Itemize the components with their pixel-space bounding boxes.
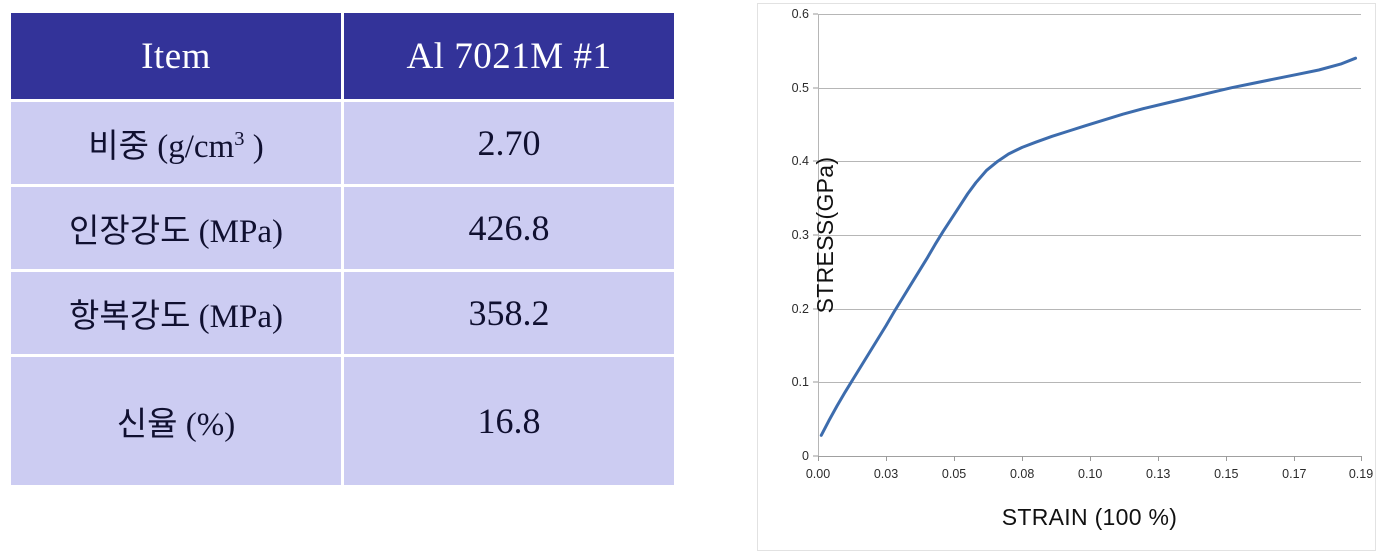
row-label-density: 비중 (g/cm3 )	[11, 102, 341, 184]
y-tick-label: 0.5	[791, 80, 809, 95]
x-tick-label: 0.08	[1009, 467, 1035, 481]
x-tick-label: 0.19	[1348, 467, 1374, 481]
table-row: 비중 (g/cm3 ) 2.70	[11, 102, 674, 184]
stress-strain-curve	[819, 56, 1358, 437]
x-tick-mark	[954, 456, 956, 461]
row-label-density-tail: )	[244, 129, 264, 165]
row-value-yield-strength: 358.2	[344, 272, 674, 354]
x-tick-label: 0.13	[1146, 467, 1171, 481]
table-header-row: Item Al 7021M #1	[11, 13, 674, 99]
x-tick-label: 0.17	[1282, 467, 1307, 481]
y-tick-label: 0.4	[791, 154, 809, 169]
row-value-elongation: 16.8	[344, 357, 674, 485]
column-header-item: Item	[11, 13, 341, 99]
row-label-yield-strength: 항복강도 (MPa)	[11, 272, 341, 354]
y-axis-label: STRESS(GPa)	[811, 156, 838, 314]
x-axis-label: STRAIN (100 %)	[1001, 504, 1178, 530]
x-tick-label: 0.10	[1078, 467, 1103, 481]
y-tick-label: 0	[802, 449, 809, 463]
row-label-elongation: 신율 (%)	[11, 357, 341, 485]
x-tick-label: 0.05	[941, 467, 967, 481]
x-tick-mark	[1294, 456, 1296, 461]
x-tick-mark	[1158, 456, 1160, 461]
material-properties-table: Item Al 7021M #1 비중 (g/cm3 ) 2.70 인장강도 (…	[8, 10, 677, 488]
x-tick-mark	[1022, 456, 1024, 461]
table-row: 인장강도 (MPa) 426.8	[11, 187, 674, 269]
x-tick-label: 0.00	[805, 467, 831, 481]
x-tick-label: 0.15	[1214, 467, 1239, 481]
table-row: 항복강도 (MPa) 358.2	[11, 272, 674, 354]
x-tick-mark	[818, 456, 819, 461]
column-header-sample: Al 7021M #1	[344, 13, 674, 99]
y-tick-label: 0.3	[791, 228, 809, 242]
row-label-tensile-strength: 인장강도 (MPa)	[11, 187, 341, 269]
x-tick-mark	[1226, 456, 1228, 461]
y-tick-label: 0.1	[791, 375, 809, 390]
stress-strain-chart: 0.6 0.5 0.4 0.3 0.2 0.1 0 0.00 0.03 0.05 0.08 0.10…	[757, 3, 1376, 551]
row-value-density: 2.70	[344, 102, 674, 184]
table-row: 신율 (%) 16.8	[11, 357, 674, 485]
x-tick-mark	[1361, 456, 1362, 461]
row-label-density-text: 비중 (g/cm	[88, 129, 235, 165]
x-tick-label: 0.03	[873, 467, 899, 481]
x-tick-mark	[886, 456, 888, 461]
y-tick-label: 0.2	[791, 301, 809, 316]
plot-area: 0.6 0.5 0.4 0.3 0.2 0.1 0 0.00 0.03 0.05 0.08 0.10…	[792, 7, 1374, 530]
row-value-tensile-strength: 426.8	[344, 187, 674, 269]
row-label-density-sup: 3	[234, 128, 245, 150]
x-tick-mark	[1090, 456, 1092, 461]
y-tick-label: 0.6	[791, 7, 809, 21]
